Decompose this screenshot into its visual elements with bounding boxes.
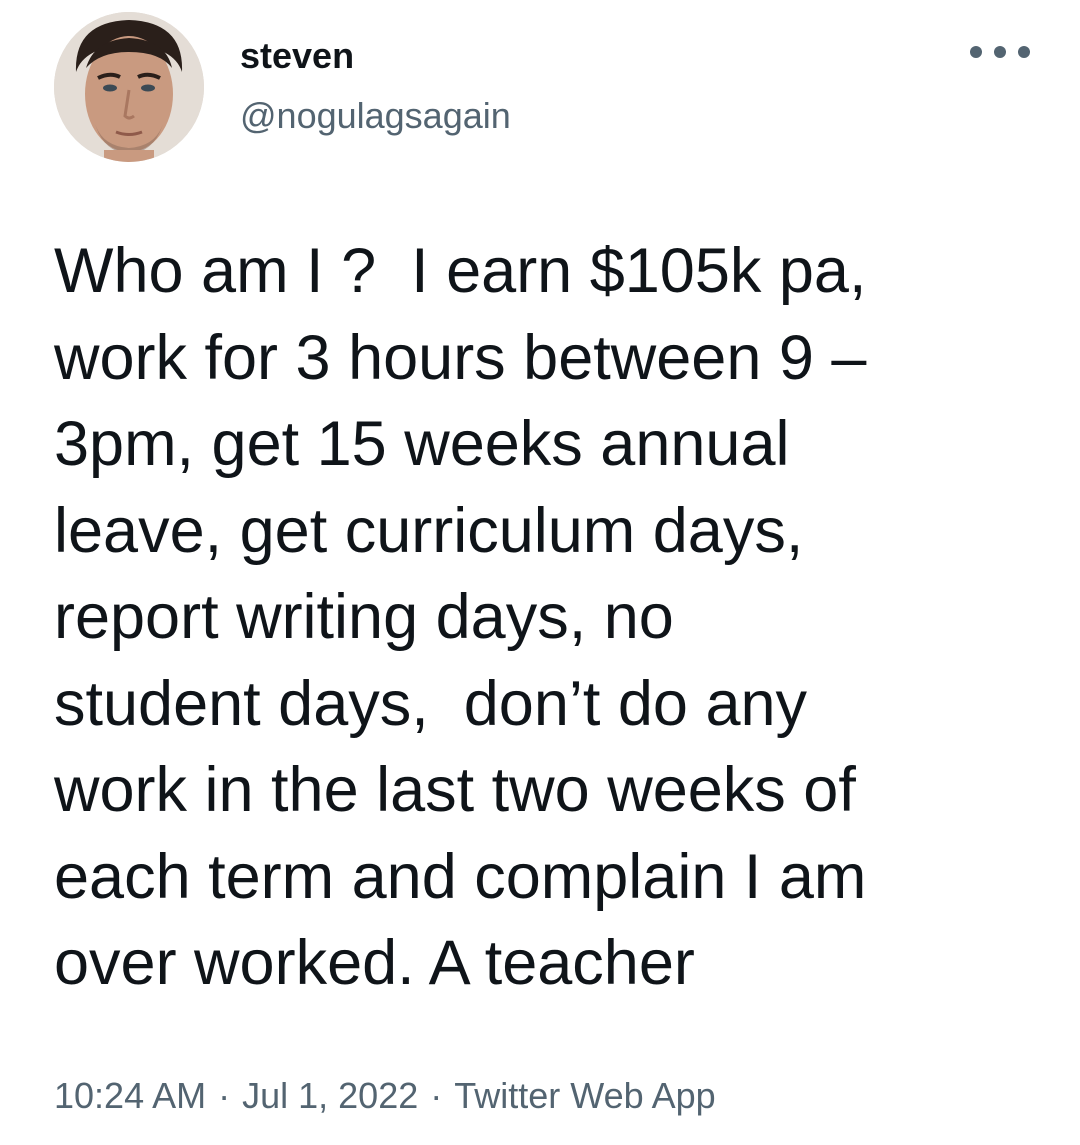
- tweet-text-line: student days, don’t do any: [54, 668, 808, 739]
- tweet-text: Who am I ? I earn $105k pa, work for 3 h…: [54, 228, 1064, 1007]
- avatar-image: [54, 12, 204, 162]
- meta-separator: ·: [430, 1075, 443, 1116]
- tweet-text-line: Who am I ? I earn $105k pa,: [54, 236, 867, 306]
- more-dot: [1018, 46, 1030, 58]
- tweet-text-line: work in the last two weeks of: [54, 755, 856, 825]
- tweet-text-line: report writing days, no: [54, 582, 674, 652]
- more-dot: [994, 46, 1006, 58]
- tweet-time[interactable]: 10:24 AM: [54, 1075, 206, 1116]
- tweet-text-line: 3pm, get 15 weeks annual: [54, 409, 790, 479]
- tweet-text-line: work for 3 hours between 9 –: [54, 322, 867, 393]
- tweet-source[interactable]: Twitter Web App: [454, 1075, 715, 1116]
- meta-separator: ·: [218, 1075, 231, 1116]
- user-handle[interactable]: @nogulagsagain: [240, 94, 511, 138]
- avatar[interactable]: [54, 12, 204, 162]
- more-dot: [970, 46, 982, 58]
- tweet: steven @nogulagsagain Who am I ? I earn …: [0, 0, 1080, 1145]
- tweet-date[interactable]: Jul 1, 2022: [242, 1075, 418, 1116]
- tweet-text-line: each term and complain I am: [54, 841, 867, 912]
- display-name[interactable]: steven: [240, 34, 354, 78]
- tweet-text-line: over worked. A teacher: [54, 928, 695, 998]
- tweet-text-line: leave, get curriculum days,: [54, 495, 804, 566]
- tweet-meta: 10:24 AM · Jul 1, 2022 · Twitter Web App: [54, 1072, 716, 1120]
- more-options-icon[interactable]: [970, 38, 1030, 66]
